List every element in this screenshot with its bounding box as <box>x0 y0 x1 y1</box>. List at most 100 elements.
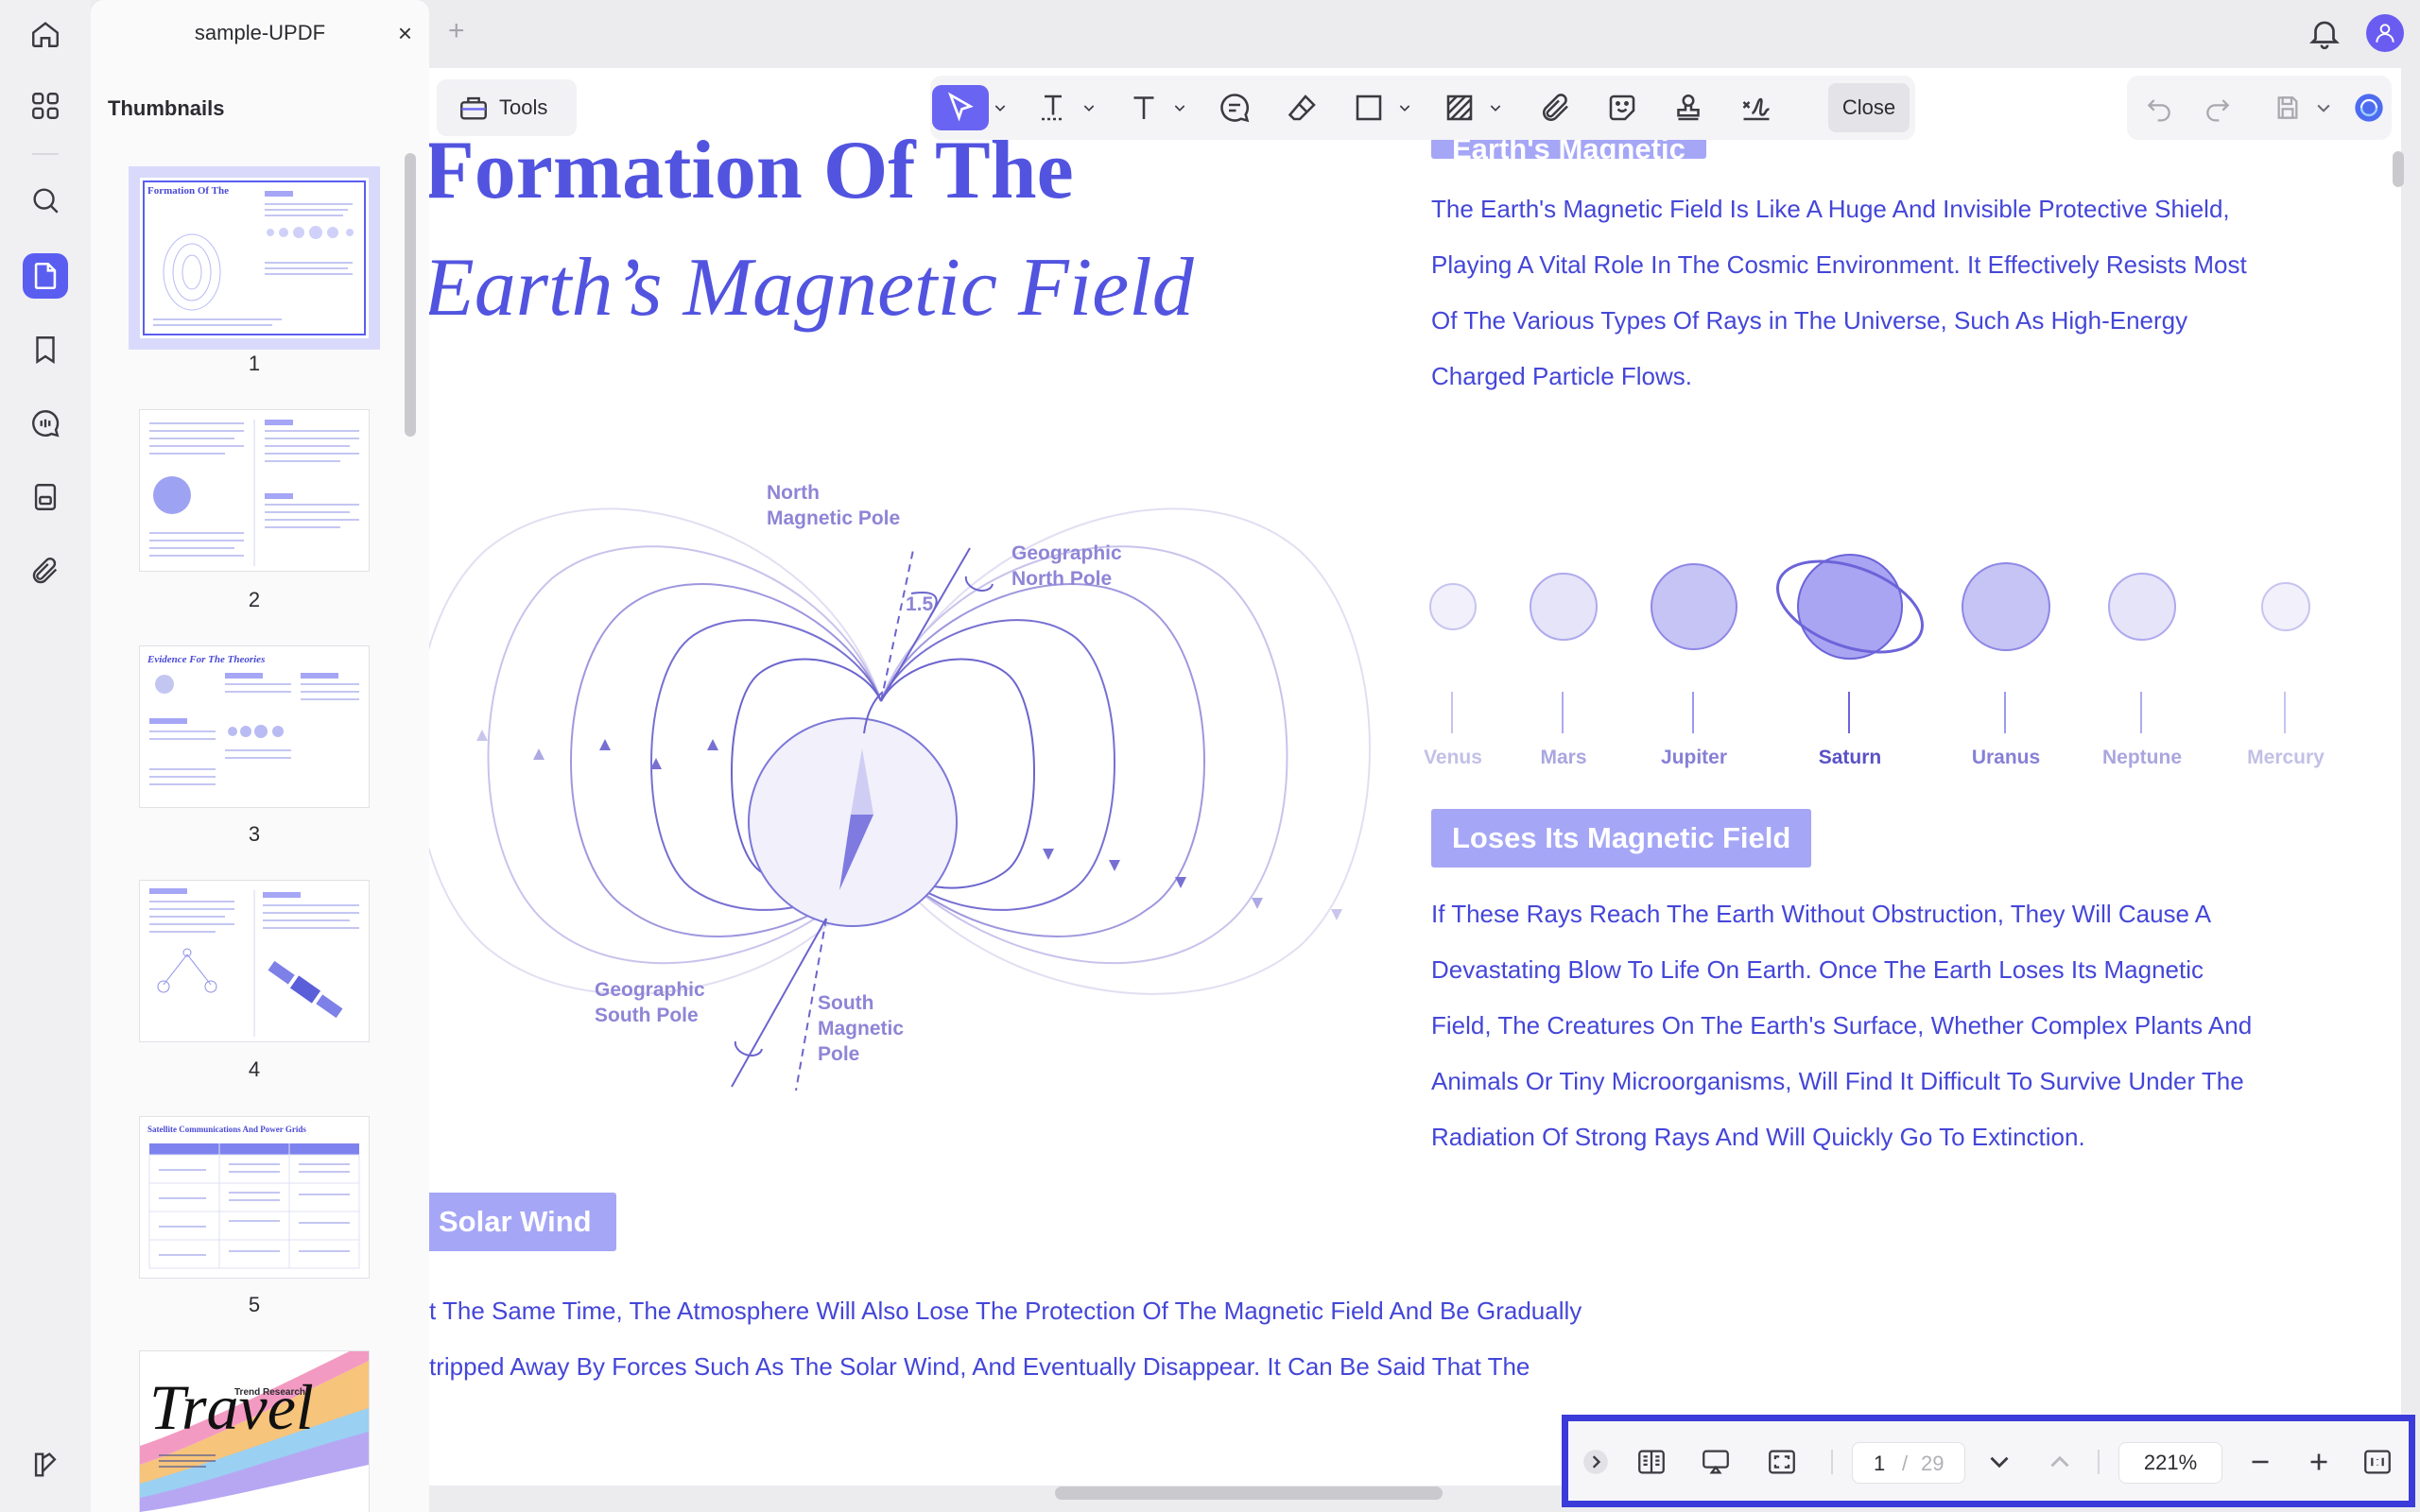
thumbnail-preview <box>149 420 359 566</box>
planet-stem <box>2140 692 2142 733</box>
expand-icon[interactable] <box>1582 1442 1610 1482</box>
planet-stem <box>1692 692 1694 733</box>
comment-icon[interactable] <box>23 401 68 446</box>
page-layout-icon[interactable] <box>1631 1442 1672 1482</box>
thumbnails-header: Thumbnails <box>108 96 225 120</box>
thumbnail-preview <box>149 673 359 785</box>
ai-assistant-icon[interactable] <box>2348 85 2390 130</box>
close-button[interactable]: Close <box>1828 83 1910 132</box>
document-subtitle: Earth’s Magnetic Field <box>429 242 1194 334</box>
thumbnail-preview <box>148 1143 360 1269</box>
attach-file-tool[interactable] <box>1535 85 1577 130</box>
zoom-in-icon[interactable] <box>2300 1442 2338 1482</box>
vertical-scrollbar[interactable] <box>2393 151 2404 187</box>
chevron-down-icon[interactable] <box>991 85 1010 130</box>
page-icon[interactable] <box>23 474 68 520</box>
redo-icon[interactable] <box>2199 85 2237 130</box>
planet-label: Mercury <box>2247 747 2325 768</box>
rectangle-tool[interactable] <box>1348 85 1390 130</box>
thumbnail-number: 4 <box>248 1057 261 1081</box>
horizontal-scrollbar[interactable] <box>1055 1486 1443 1500</box>
planet-label: Uranus <box>1971 747 2041 768</box>
tab-title: sample-UPDF <box>194 21 326 44</box>
document-tab[interactable]: sample-UPDF × <box>91 0 429 68</box>
area-hatch-tool[interactable] <box>1439 85 1480 130</box>
thumbnail-page-2[interactable] <box>140 410 369 571</box>
apps-icon[interactable] <box>23 83 68 129</box>
tools-button[interactable]: Tools <box>437 79 577 136</box>
bookmark-icon[interactable] <box>23 327 68 372</box>
text-tool[interactable] <box>1123 85 1165 130</box>
eraser-tool[interactable] <box>1282 85 1323 130</box>
section2-paragraph: If These Rays Reach The Earth Without Ob… <box>1431 900 2253 1151</box>
planets-row: Venus Mars Jupiter Saturn Uranus Neptune… <box>429 484 2401 786</box>
sticker-tool[interactable] <box>1601 85 1643 130</box>
next-page-icon[interactable] <box>1980 1442 2018 1482</box>
previous-page-icon[interactable] <box>2041 1442 2079 1482</box>
select-tool[interactable] <box>932 85 989 130</box>
planet-stem <box>2004 692 2006 733</box>
page-number-input[interactable]: 1 / 29 <box>1852 1442 1965 1484</box>
fit-screen-icon[interactable] <box>1761 1442 1803 1482</box>
page-separator: / <box>1902 1452 1909 1475</box>
thumbnail-number: 2 <box>248 588 261 611</box>
south-magnetic-label: South Magnetic Pole <box>818 992 905 1065</box>
avatar[interactable] <box>2366 14 2404 52</box>
home-icon[interactable] <box>23 11 68 57</box>
planet-stem <box>1848 692 1850 733</box>
document-icon[interactable] <box>23 253 68 299</box>
new-tab-button[interactable]: + <box>448 15 465 47</box>
thumbnail-page-3[interactable]: Evidence For The Theories <box>140 646 369 807</box>
right-toolbar <box>2127 76 2392 140</box>
thumbnail-preview <box>149 888 359 1037</box>
annotation-toolbar <box>930 76 1915 140</box>
thumbnail-number: 5 <box>248 1293 261 1316</box>
geographic-south-label: Geographic South Pole <box>595 979 705 1026</box>
chevron-down-icon[interactable] <box>1170 85 1189 130</box>
document-viewer[interactable]: Formation Of The Earth’s Magnetic Field <box>429 68 2401 1486</box>
close-tab-icon[interactable]: × <box>398 19 412 48</box>
text-underline-tool[interactable] <box>1032 85 1074 130</box>
thumbnail-page-5[interactable]: Satellite Communications And Power Grids <box>140 1117 369 1278</box>
save-icon[interactable] <box>2269 85 2307 130</box>
planet-label: Jupiter <box>1660 747 1728 768</box>
thumbnail-page-1[interactable]: Formation Of The <box>140 178 369 338</box>
thumbnail-preview <box>143 180 366 335</box>
actual-size-icon[interactable] <box>2359 1442 2396 1482</box>
zoom-level[interactable]: 221% <box>2118 1442 2222 1484</box>
divider <box>32 153 59 155</box>
attachment-icon[interactable] <box>23 548 68 593</box>
planets-illustration <box>1429 554 2310 660</box>
thumbnail-title: Travel <box>149 1371 314 1443</box>
undo-icon[interactable] <box>2140 85 2178 130</box>
thumbnails-panel: Thumbnails Formation Of The 1 2 Evidence… <box>91 68 429 1512</box>
chevron-down-icon[interactable] <box>2314 85 2333 130</box>
chevron-down-icon[interactable] <box>1080 85 1098 130</box>
signature-tool[interactable] <box>1734 85 1779 130</box>
toolbox-icon <box>460 96 487 120</box>
divider <box>2098 1450 2100 1474</box>
left-sidebar <box>0 0 91 1512</box>
section-heading: Loses Its Magnetic Field <box>1431 809 1812 868</box>
stamp-tool[interactable] <box>1668 85 1709 130</box>
planet-label: Mars <box>1540 747 1587 768</box>
comment-tool[interactable] <box>1214 85 1255 130</box>
planet-stem <box>1451 692 1453 733</box>
thumbnail-number: 1 <box>248 352 261 375</box>
thumbnail-page-4[interactable] <box>140 881 369 1041</box>
chevron-down-icon[interactable] <box>1395 85 1414 130</box>
theme-icon[interactable] <box>23 1442 68 1487</box>
thumbnail-page-6[interactable]: Travel Trend Research <box>140 1351 369 1512</box>
section1-paragraph: The Earth's Magnetic Field Is Like A Hug… <box>1431 195 2247 390</box>
thumbnail-subtitle: Trend Research <box>234 1387 306 1398</box>
bell-icon[interactable] <box>2307 15 2342 51</box>
search-icon[interactable] <box>23 178 68 223</box>
thumbnails-scrollbar[interactable] <box>405 153 416 437</box>
zoom-out-icon[interactable] <box>2241 1442 2279 1482</box>
chevron-down-icon[interactable] <box>1486 85 1505 130</box>
planet-stem <box>2284 692 2286 733</box>
section3-paragraph: t The Same Time, The Atmosphere Will Als… <box>429 1297 1582 1381</box>
thumbnail-number: 3 <box>248 822 261 846</box>
presentation-icon[interactable] <box>1695 1442 1737 1482</box>
tools-label: Tools <box>499 95 548 119</box>
